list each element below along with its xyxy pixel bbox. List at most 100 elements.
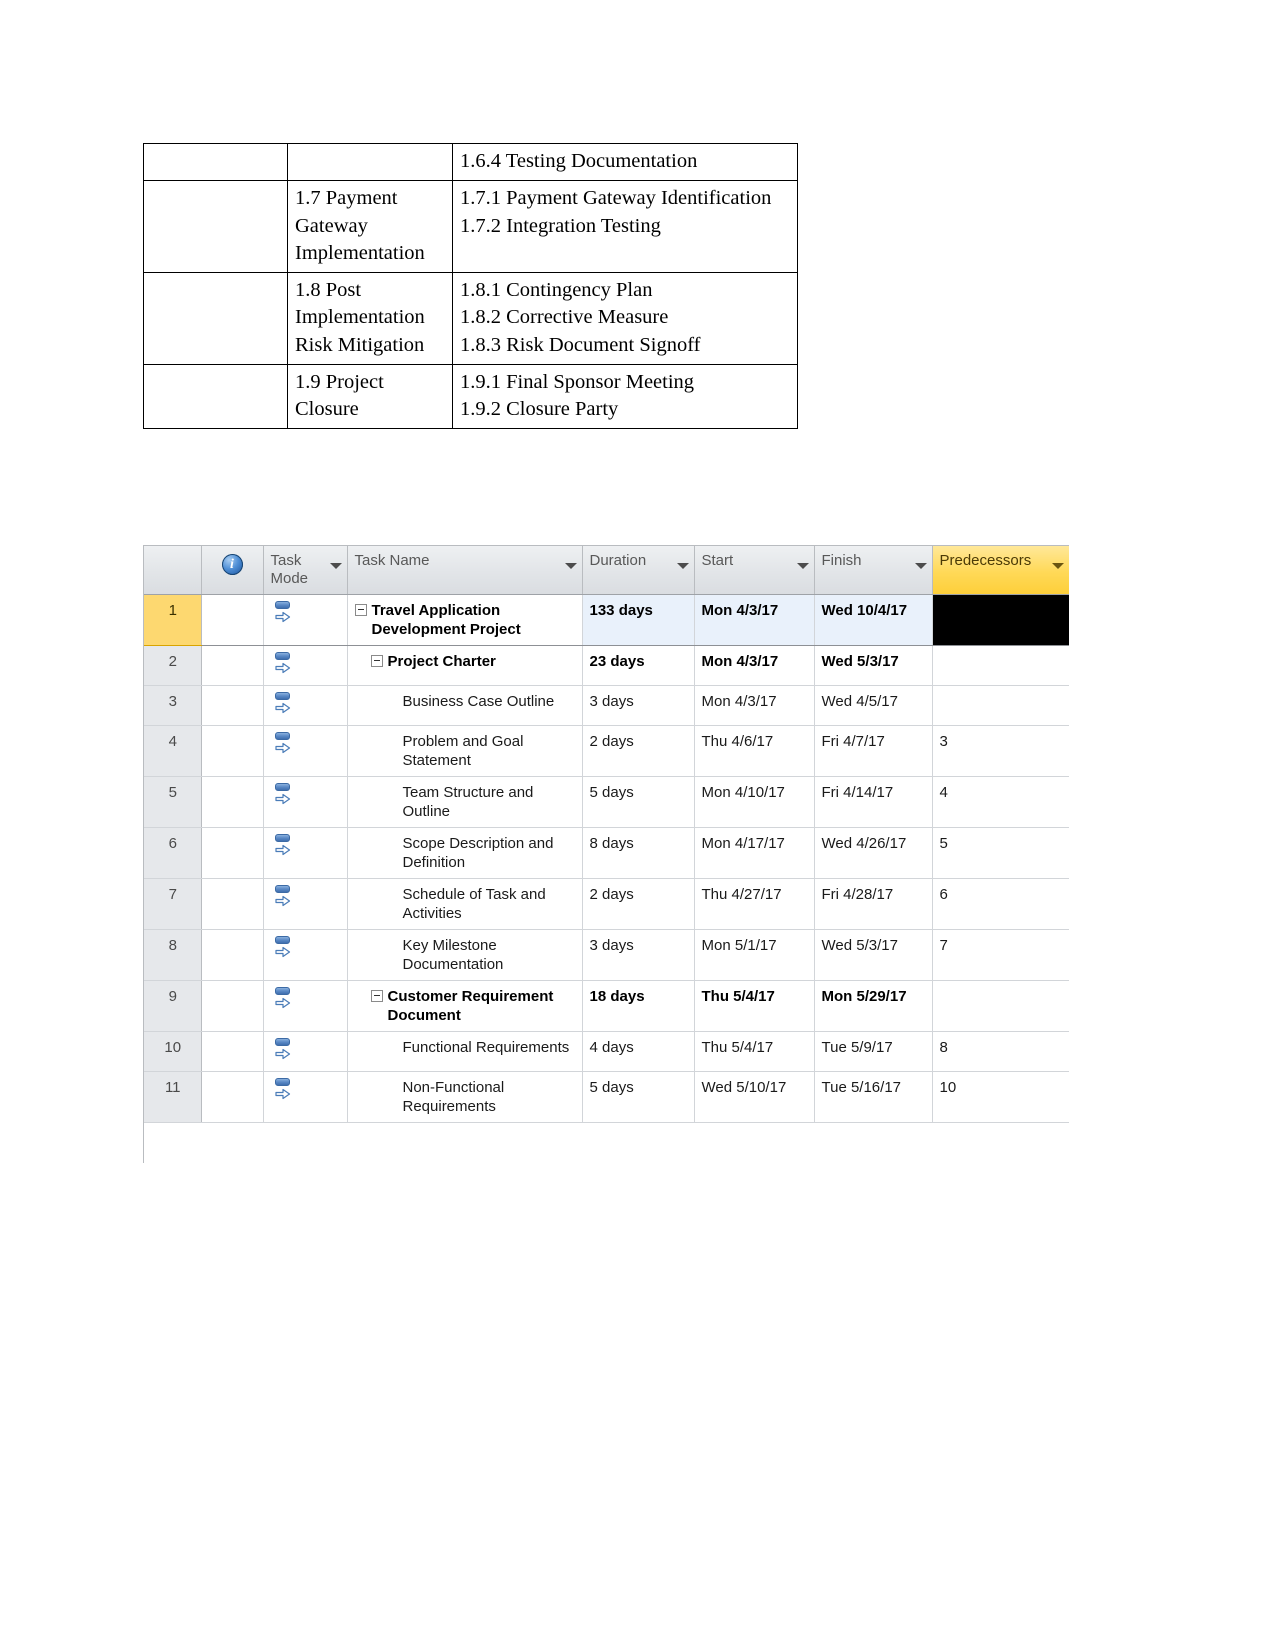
task-name-cell[interactable]: Key Milestone Documentation — [347, 929, 583, 982]
duration-cell[interactable]: 3 days — [582, 929, 695, 982]
start-date-cell[interactable]: Thu 5/4/17 — [694, 1031, 815, 1073]
duration-cell[interactable]: 3 days — [582, 685, 695, 726]
indicator-cell[interactable] — [201, 725, 264, 777]
start-date-cell[interactable]: Thu 5/4/17 — [694, 980, 815, 1033]
row-number-cell[interactable]: 11 — [144, 1071, 202, 1124]
predecessors-cell[interactable] — [932, 594, 1069, 646]
row-number-cell[interactable]: 4 — [144, 725, 202, 777]
column-header-predecessors[interactable]: Predecessors — [932, 546, 1069, 595]
duration-cell[interactable]: 5 days — [582, 1071, 695, 1124]
start-date-cell[interactable]: Thu 4/6/17 — [694, 725, 815, 777]
predecessors-cell[interactable]: 4 — [932, 776, 1069, 828]
finish-date-cell[interactable]: Tue 5/16/17 — [814, 1071, 933, 1124]
column-header-finish[interactable]: Finish — [814, 546, 933, 595]
table-row[interactable]: 2 Project Charter 23 days Mon 4/3/17 Wed 5/… — [144, 645, 1069, 686]
duration-cell[interactable]: 18 days — [582, 980, 695, 1033]
predecessors-cell[interactable]: 7 — [932, 929, 1069, 982]
finish-date-cell[interactable]: Wed 5/3/17 — [814, 645, 933, 686]
table-row[interactable]: 1 Travel Application Development Project… — [144, 593, 1069, 646]
finish-date-cell[interactable]: Fri 4/7/17 — [814, 725, 933, 777]
predecessors-cell[interactable]: 10 — [932, 1071, 1069, 1124]
start-date-cell[interactable]: Wed 5/10/17 — [694, 1071, 815, 1124]
indicator-cell[interactable] — [201, 645, 264, 686]
duration-cell[interactable]: 2 days — [582, 725, 695, 777]
task-mode-cell[interactable] — [263, 685, 348, 726]
collapse-minus-icon[interactable] — [370, 990, 383, 1003]
duration-cell[interactable]: 2 days — [582, 878, 695, 931]
indicator-cell[interactable] — [201, 1031, 264, 1073]
finish-date-cell[interactable]: Tue 5/9/17 — [814, 1031, 933, 1073]
project-task-grid[interactable]: Task Mode Task Name Duration Start Finis… — [143, 545, 1069, 1163]
indicator-cell[interactable] — [201, 929, 264, 982]
finish-date-cell[interactable]: Wed 5/3/17 — [814, 929, 933, 982]
duration-cell[interactable]: 133 days — [582, 594, 695, 646]
row-number-cell[interactable]: 5 — [144, 776, 202, 828]
row-number-cell[interactable]: 1 — [144, 593, 202, 646]
task-name-cell[interactable]: Schedule of Task and Activities — [347, 878, 583, 931]
row-number-cell[interactable]: 2 — [144, 645, 202, 686]
task-mode-cell[interactable] — [263, 929, 348, 982]
chevron-down-icon[interactable] — [676, 563, 689, 569]
chevron-down-icon[interactable] — [796, 563, 809, 569]
task-mode-cell[interactable] — [263, 594, 348, 646]
row-number-cell[interactable]: 7 — [144, 878, 202, 931]
table-row[interactable]: 5 Team Structure and Outline 5 days Mon 4/… — [144, 776, 1069, 828]
task-mode-cell[interactable] — [263, 980, 348, 1033]
table-row[interactable]: 7 Schedule of Task and Activities 2 days T… — [144, 878, 1069, 931]
predecessors-cell[interactable]: 3 — [932, 725, 1069, 777]
task-name-cell[interactable]: Project Charter — [347, 645, 583, 686]
task-name-cell[interactable]: Non-Functional Requirements — [347, 1071, 583, 1124]
duration-cell[interactable]: 5 days — [582, 776, 695, 828]
task-mode-cell[interactable] — [263, 725, 348, 777]
task-mode-cell[interactable] — [263, 827, 348, 879]
duration-cell[interactable]: 8 days — [582, 827, 695, 879]
predecessors-cell[interactable] — [932, 980, 1069, 1033]
table-row[interactable]: 3 Business Case Outline 3 days Mon 4/3/17 W… — [144, 685, 1069, 726]
chevron-down-icon[interactable] — [564, 563, 577, 569]
finish-date-cell[interactable]: Wed 10/4/17 — [814, 594, 933, 646]
table-row[interactable]: 6 Scope Description and Definition 8 days… — [144, 827, 1069, 879]
finish-date-cell[interactable]: Fri 4/28/17 — [814, 878, 933, 931]
table-row[interactable]: 9 Customer Requirement Document 18 days Th… — [144, 980, 1069, 1033]
row-number-cell[interactable]: 3 — [144, 685, 202, 726]
predecessors-cell[interactable]: 8 — [932, 1031, 1069, 1073]
task-mode-cell[interactable] — [263, 1031, 348, 1073]
column-header-indicators[interactable] — [201, 546, 264, 595]
table-row[interactable]: 10 Functional Requirements 4 days Thu 5/4/… — [144, 1031, 1069, 1073]
start-date-cell[interactable]: Mon 4/17/17 — [694, 827, 815, 879]
collapse-minus-icon[interactable] — [370, 654, 383, 667]
duration-cell[interactable]: 4 days — [582, 1031, 695, 1073]
finish-date-cell[interactable]: Fri 4/14/17 — [814, 776, 933, 828]
column-header-start[interactable]: Start — [694, 546, 815, 595]
column-header-duration[interactable]: Duration — [582, 546, 695, 595]
finish-date-cell[interactable]: Wed 4/26/17 — [814, 827, 933, 879]
start-date-cell[interactable]: Thu 4/27/17 — [694, 878, 815, 931]
row-number-cell[interactable]: 9 — [144, 980, 202, 1033]
task-name-cell[interactable]: Functional Requirements — [347, 1031, 583, 1073]
task-mode-cell[interactable] — [263, 645, 348, 686]
start-date-cell[interactable]: Mon 4/10/17 — [694, 776, 815, 828]
table-row[interactable]: 8 Key Milestone Documentation 3 days Mon 5… — [144, 929, 1069, 982]
start-date-cell[interactable]: Mon 4/3/17 — [694, 685, 815, 726]
task-name-cell[interactable]: Scope Description and Definition — [347, 827, 583, 879]
start-date-cell[interactable]: Mon 5/1/17 — [694, 929, 815, 982]
table-row[interactable]: 4 Problem and Goal Statement 2 days Thu 4/… — [144, 725, 1069, 777]
indicator-cell[interactable] — [201, 878, 264, 931]
column-header-id[interactable] — [144, 546, 202, 595]
indicator-cell[interactable] — [201, 594, 264, 646]
indicator-cell[interactable] — [201, 1071, 264, 1124]
task-mode-cell[interactable] — [263, 776, 348, 828]
task-name-cell[interactable]: Team Structure and Outline — [347, 776, 583, 828]
task-name-cell[interactable]: Problem and Goal Statement — [347, 725, 583, 777]
row-number-cell[interactable]: 8 — [144, 929, 202, 982]
finish-date-cell[interactable]: Mon 5/29/17 — [814, 980, 933, 1033]
task-name-cell[interactable]: Business Case Outline — [347, 685, 583, 726]
predecessors-cell[interactable]: 6 — [932, 878, 1069, 931]
predecessors-cell[interactable] — [932, 645, 1069, 686]
row-number-cell[interactable]: 6 — [144, 827, 202, 879]
indicator-cell[interactable] — [201, 776, 264, 828]
predecessors-cell[interactable]: 5 — [932, 827, 1069, 879]
predecessors-cell[interactable] — [932, 685, 1069, 726]
row-number-cell[interactable]: 10 — [144, 1031, 202, 1073]
start-date-cell[interactable]: Mon 4/3/17 — [694, 594, 815, 646]
